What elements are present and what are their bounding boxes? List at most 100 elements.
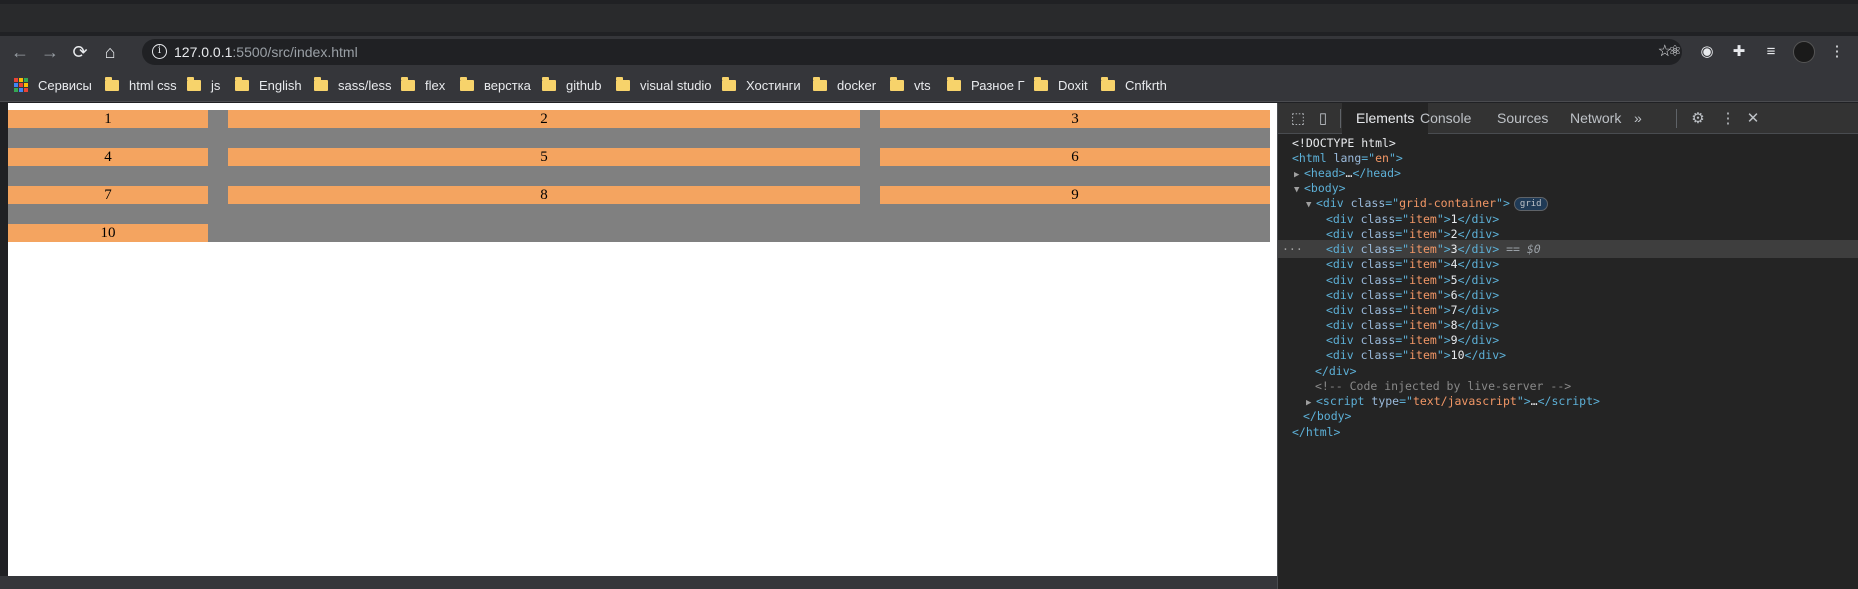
record-icon[interactable]: ◉ xyxy=(1696,41,1718,63)
item-class-value: item xyxy=(1409,273,1437,287)
url-path: :5500/src/index.html xyxy=(232,44,358,60)
grid-item: 6 xyxy=(880,148,1270,166)
dom-tree[interactable]: <!DOCTYPE html> <html lang="en"> ▶ <head>… xyxy=(1278,134,1858,589)
reload-button[interactable]: ⟳ xyxy=(68,40,92,64)
folder-icon xyxy=(947,76,961,91)
bookmark-apps[interactable]: Сервисы xyxy=(14,76,92,94)
item-class-value: item xyxy=(1409,318,1437,332)
playlist-icon[interactable]: ≡ xyxy=(1760,41,1782,63)
bookmark-folder[interactable]: docker xyxy=(813,76,876,94)
selected-marker: == $0 xyxy=(1506,242,1541,256)
folder-icon xyxy=(314,76,328,91)
bookmark-folder[interactable]: github xyxy=(542,76,601,94)
folder-icon xyxy=(542,76,556,91)
bookmark-folder[interactable]: Разное Г xyxy=(947,76,1025,94)
bookmark-folder[interactable]: flex xyxy=(401,76,445,94)
url-host: 127.0.0.1 xyxy=(174,44,233,60)
item-class-value: item xyxy=(1409,303,1437,317)
bookmark-label: flex xyxy=(425,77,446,93)
react-icon[interactable]: ⚛ xyxy=(1664,41,1686,63)
bookmark-folder[interactable]: vts xyxy=(890,76,931,94)
item-text: 10 xyxy=(1450,348,1465,362)
item-class-value: item xyxy=(1409,333,1437,347)
folder-icon xyxy=(105,76,119,91)
item-class-value: item xyxy=(1409,257,1437,271)
script-type-value: text/javascript xyxy=(1412,394,1517,408)
divider xyxy=(1340,109,1341,128)
folder-icon xyxy=(1034,76,1048,91)
grid-item: 3 xyxy=(880,110,1270,128)
tab-sources[interactable]: Sources xyxy=(1497,103,1548,134)
more-tabs-button[interactable]: » xyxy=(1634,103,1642,134)
folder-icon xyxy=(460,76,474,91)
address-bar[interactable]: i 127.0.0.1:5500/src/index.html ☆ xyxy=(142,39,1682,65)
inspect-element-icon[interactable]: ⬚ xyxy=(1288,109,1308,129)
bookmark-folder[interactable]: visual studio xyxy=(616,76,712,94)
item-class-value: item xyxy=(1409,212,1437,226)
item-text: 4 xyxy=(1450,257,1458,271)
bookmark-folder[interactable]: Doxit xyxy=(1034,76,1088,94)
folder-icon xyxy=(616,76,630,91)
tab-strip xyxy=(0,0,1858,36)
bookmark-folder[interactable]: Хостинги xyxy=(722,76,801,94)
kebab-menu-icon[interactable]: ⋮ xyxy=(1826,41,1848,63)
bookmark-label: Хостинги xyxy=(746,77,801,93)
url-text[interactable]: 127.0.0.1:5500/src/index.html xyxy=(174,43,358,61)
doctype-text: <!DOCTYPE html> xyxy=(1292,136,1396,150)
item-class-value: item xyxy=(1409,242,1437,256)
grid-item: 4 xyxy=(8,148,208,166)
device-toolbar-icon[interactable]: ▯ xyxy=(1313,109,1333,129)
bookmarks-bar: Сервисы html css js English sass/less fl… xyxy=(0,68,1858,102)
bookmark-label: Cnfkrth xyxy=(1125,77,1167,93)
bookmark-folder[interactable]: English xyxy=(235,76,302,94)
gear-icon[interactable]: ⚙ xyxy=(1688,109,1708,129)
devtools-panel: ⬚ ▯ Elements Console Sources Network » ⚙… xyxy=(1277,103,1858,589)
bookmark-folder[interactable]: html css xyxy=(105,76,177,94)
item-text: 9 xyxy=(1450,333,1458,347)
puzzle-icon[interactable]: ✚ xyxy=(1728,41,1750,63)
folder-icon xyxy=(187,76,201,91)
dom-node-html-close[interactable]: </html> xyxy=(1278,423,1858,441)
item-class-value: item xyxy=(1409,348,1437,362)
item-class-value: item xyxy=(1409,227,1437,241)
grid-item: 9 xyxy=(880,186,1270,204)
kebab-menu-icon[interactable]: ⋮ xyxy=(1718,109,1738,129)
bookmark-label: English xyxy=(259,77,302,93)
forward-button[interactable]: → xyxy=(38,40,62,64)
folder-icon xyxy=(722,76,736,91)
item-text: 8 xyxy=(1450,318,1458,332)
browser-window: ← → ⟳ ⌂ i 127.0.0.1:5500/src/index.html … xyxy=(0,0,1858,589)
grid-item: 1 xyxy=(8,110,208,128)
item-text: 3 xyxy=(1450,242,1458,256)
bookmark-label: верстка xyxy=(484,77,531,93)
bookmark-folder[interactable]: sass/less xyxy=(314,76,391,94)
bookmark-label: visual studio xyxy=(640,77,712,93)
avatar[interactable] xyxy=(1793,41,1815,63)
grid-item: 8 xyxy=(228,186,860,204)
grid-item: 10 xyxy=(8,224,208,242)
back-button[interactable]: ← xyxy=(8,40,32,64)
bookmark-folder[interactable]: js xyxy=(187,76,220,94)
devtools-tabbar: ⬚ ▯ Elements Console Sources Network » ⚙… xyxy=(1278,103,1858,134)
item-class-value: item xyxy=(1409,288,1437,302)
divider xyxy=(1676,109,1677,128)
bookmark-label: github xyxy=(566,77,602,93)
tab-elements[interactable]: Elements xyxy=(1342,103,1429,134)
home-button[interactable]: ⌂ xyxy=(98,40,122,64)
folder-icon xyxy=(813,76,827,91)
tab-network[interactable]: Network xyxy=(1570,103,1621,134)
bookmark-label: Сервисы xyxy=(38,77,92,93)
grid-badge[interactable]: grid xyxy=(1513,197,1548,211)
tab-console[interactable]: Console xyxy=(1420,103,1471,134)
bookmark-label: Doxit xyxy=(1058,77,1088,93)
bookmark-label: docker xyxy=(837,77,877,93)
bookmark-folder[interactable]: Cnfkrth xyxy=(1101,76,1167,94)
bookmark-label: vts xyxy=(914,77,931,93)
browser-toolbar: ← → ⟳ ⌂ i 127.0.0.1:5500/src/index.html … xyxy=(0,36,1858,68)
info-icon[interactable]: i xyxy=(152,44,167,59)
close-icon[interactable]: ✕ xyxy=(1743,109,1763,129)
bookmark-folder[interactable]: верстка xyxy=(460,76,531,94)
window-bottom-edge xyxy=(0,576,1277,589)
html-lang-value: en xyxy=(1375,151,1389,165)
page-viewport: 1 2 3 4 5 6 7 8 9 10 xyxy=(8,103,1277,576)
